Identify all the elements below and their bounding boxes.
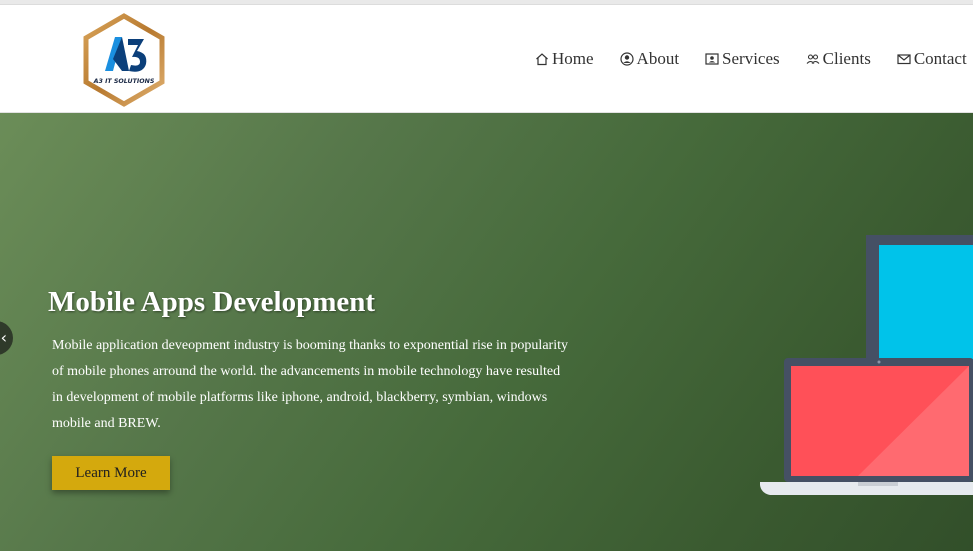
nav-clients-label: Clients	[822, 49, 871, 68]
user-circle-icon	[619, 52, 634, 66]
nav-home-label: Home	[552, 49, 594, 68]
devices-illustration	[758, 233, 973, 503]
nav-contact-label: Contact	[913, 49, 967, 68]
main-nav: Home About Services Clients Contact	[535, 49, 973, 69]
home-icon	[535, 52, 549, 66]
nav-contact[interactable]: Contact	[897, 49, 967, 69]
site-header: A3 IT SOLUTIONS Home About Services Clie…	[0, 5, 973, 113]
envelope-icon	[897, 52, 911, 66]
hero-slider: ‹ Mobile Apps Development Mobile applica…	[0, 113, 973, 551]
slider-prev-arrow[interactable]: ‹	[0, 321, 13, 355]
nav-services-label: Services	[722, 49, 780, 68]
people-icon	[806, 52, 820, 66]
nav-clients[interactable]: Clients	[806, 49, 871, 69]
brand-logo[interactable]: A3 IT SOLUTIONS	[82, 13, 166, 107]
hero-title: Mobile Apps Development	[48, 286, 376, 318]
learn-more-button[interactable]: Learn More	[52, 456, 170, 490]
logo-subtext: A3 IT SOLUTIONS	[93, 78, 155, 85]
nav-about-label: About	[636, 49, 680, 68]
hero-description: Mobile application deveopment industry i…	[52, 338, 568, 431]
nav-about[interactable]: About	[619, 49, 680, 69]
id-card-icon	[705, 52, 719, 66]
nav-home[interactable]: Home	[535, 49, 594, 69]
nav-services[interactable]: Services	[705, 49, 780, 69]
